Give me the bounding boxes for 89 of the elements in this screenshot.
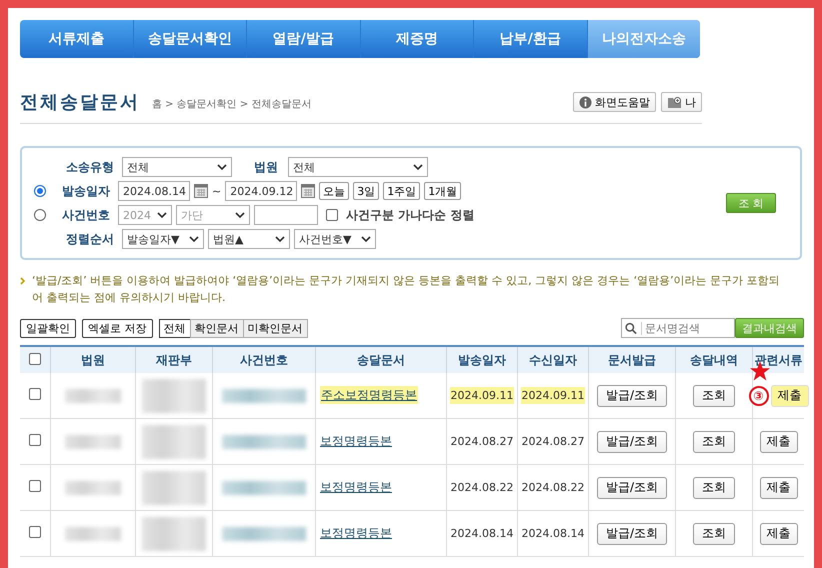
- chevron-icon: [361, 236, 371, 242]
- period-button[interactable]: 1개월: [424, 182, 462, 200]
- issue-button[interactable]: 발급/조회: [596, 522, 668, 544]
- table-cell: 2024.08.27: [522, 435, 584, 448]
- date-field[interactable]: 2024.08.14: [118, 181, 190, 201]
- chevron-icon: [235, 212, 245, 218]
- field-label: 소송유형: [65, 158, 114, 176]
- issue-button[interactable]: 발급/조회: [596, 384, 668, 406]
- column-header: 수신일자: [518, 346, 588, 373]
- period-button[interactable]: 3일: [353, 182, 380, 200]
- sort-select[interactable]: 법원▲: [208, 229, 290, 249]
- folder-icon: [667, 96, 682, 108]
- header-button[interactable]: 화면도움말: [573, 92, 656, 112]
- history-button[interactable]: 조회: [693, 384, 735, 406]
- range-separator: ~: [212, 184, 222, 198]
- chevron-icon: [157, 212, 167, 218]
- column-header: 송달문서: [316, 346, 446, 373]
- document-link[interactable]: 보정명령등본: [320, 480, 392, 494]
- table-cell: 2024.09.11: [520, 387, 586, 404]
- column-header: 송달내역: [676, 346, 752, 373]
- history-button[interactable]: 조회: [693, 430, 735, 452]
- filter-tab[interactable]: 미확인문서: [242, 318, 308, 338]
- history-button[interactable]: 조회: [693, 522, 735, 544]
- checkbox[interactable]: [29, 434, 41, 446]
- column-header: 관련서류: [752, 346, 804, 373]
- sort-select[interactable]: 사건번호▼: [294, 229, 376, 249]
- info-icon: [579, 96, 592, 108]
- column-header: 사건번호: [212, 346, 316, 373]
- column-header: 발송일자: [446, 346, 518, 373]
- court-select[interactable]: 전체: [288, 157, 428, 177]
- checkbox[interactable]: [29, 388, 41, 400]
- search-icon: [625, 322, 637, 334]
- table-cell: 2024.08.27: [450, 435, 514, 448]
- nav-tab[interactable]: 송달문서확인: [134, 20, 247, 58]
- document-link[interactable]: 주소보정명령등본: [320, 386, 418, 404]
- issue-button[interactable]: 발급/조회: [596, 430, 668, 452]
- breadcrumb: 홈 > 송달문서확인 > 전체송달문서: [152, 98, 312, 111]
- case-number-field[interactable]: [254, 205, 318, 225]
- checkbox-label: 사건구분 가나다순 정렬: [346, 206, 474, 224]
- chevron-icon: [275, 236, 285, 242]
- filter-tab[interactable]: 확인문서: [190, 318, 244, 338]
- calendar-icon: [194, 184, 208, 198]
- column-header: 재판부: [136, 346, 212, 373]
- field-label: 법원: [254, 158, 278, 176]
- submit-button[interactable]: 제출: [760, 476, 798, 498]
- type-select[interactable]: 전체: [122, 157, 232, 177]
- field-label: 정렬순서: [65, 230, 114, 248]
- filter-tab[interactable]: 전체: [158, 318, 190, 338]
- table-cell: 2024.08.14: [522, 527, 584, 540]
- chevron-icon: [413, 164, 423, 170]
- chevron-icon: [217, 164, 227, 170]
- checkbox[interactable]: [29, 480, 41, 492]
- document-link[interactable]: 보정명령등본: [320, 526, 392, 540]
- nav-tab[interactable]: 열람/발급: [247, 20, 360, 58]
- action-button[interactable]: 일괄확인: [20, 318, 76, 338]
- table-cell: 2024.09.11: [450, 387, 514, 404]
- column-header: 문서발급: [588, 346, 676, 373]
- document-search-field[interactable]: 문서명검색: [621, 318, 735, 338]
- bullet-icon: [20, 277, 26, 285]
- table-cell: 2024.08.22: [450, 481, 514, 494]
- submit-button[interactable]: 제출: [760, 522, 798, 544]
- history-button[interactable]: 조회: [693, 476, 735, 498]
- document-link[interactable]: 보정명령등본: [320, 434, 392, 448]
- column-header: 법원: [50, 346, 136, 373]
- field-label: 발송일자: [61, 182, 110, 200]
- nav-tab[interactable]: 제증명: [360, 20, 474, 58]
- table-cell: 2024.08.22: [522, 481, 584, 494]
- step-number: ③: [748, 386, 768, 406]
- action-button[interactable]: 엑셀로 저장: [82, 318, 152, 338]
- sort-select[interactable]: 발송일자▼: [122, 229, 204, 249]
- checkbox[interactable]: [29, 526, 41, 538]
- submit-button[interactable]: 제출: [760, 430, 798, 452]
- period-button[interactable]: 1주일: [383, 182, 420, 200]
- calendar-icon: [301, 184, 316, 198]
- checkbox[interactable]: [29, 352, 41, 364]
- radio-button[interactable]: [34, 209, 46, 221]
- page-title: 전체송달문서: [20, 91, 140, 114]
- issue-button[interactable]: 발급/조회: [596, 476, 668, 498]
- date-field[interactable]: 2024.09.12: [225, 181, 298, 201]
- field-label: 사건번호: [61, 206, 110, 224]
- header-button[interactable]: 나: [661, 92, 702, 112]
- radio-button[interactable]: [34, 185, 46, 197]
- table-cell: 2024.08.14: [450, 527, 514, 540]
- notice-text: ‘발급/조회’ 버튼을 이용하여 발급하여야 ‘열람용’이라는 문구가 기재되지 않은 등본을 출력할 수 있고, 그렇지 않은 경우는 ‘열람용’이라는 문구가 포함되어 출력되는 점에 유의하시기 바랍니다.: [32, 273, 781, 306]
- chevron-icon: [189, 236, 199, 242]
- checkbox[interactable]: [326, 209, 338, 221]
- nav-tab[interactable]: 서류제출: [20, 20, 134, 58]
- period-button[interactable]: 오늘: [319, 182, 350, 200]
- submit-button[interactable]: 제출: [770, 384, 808, 406]
